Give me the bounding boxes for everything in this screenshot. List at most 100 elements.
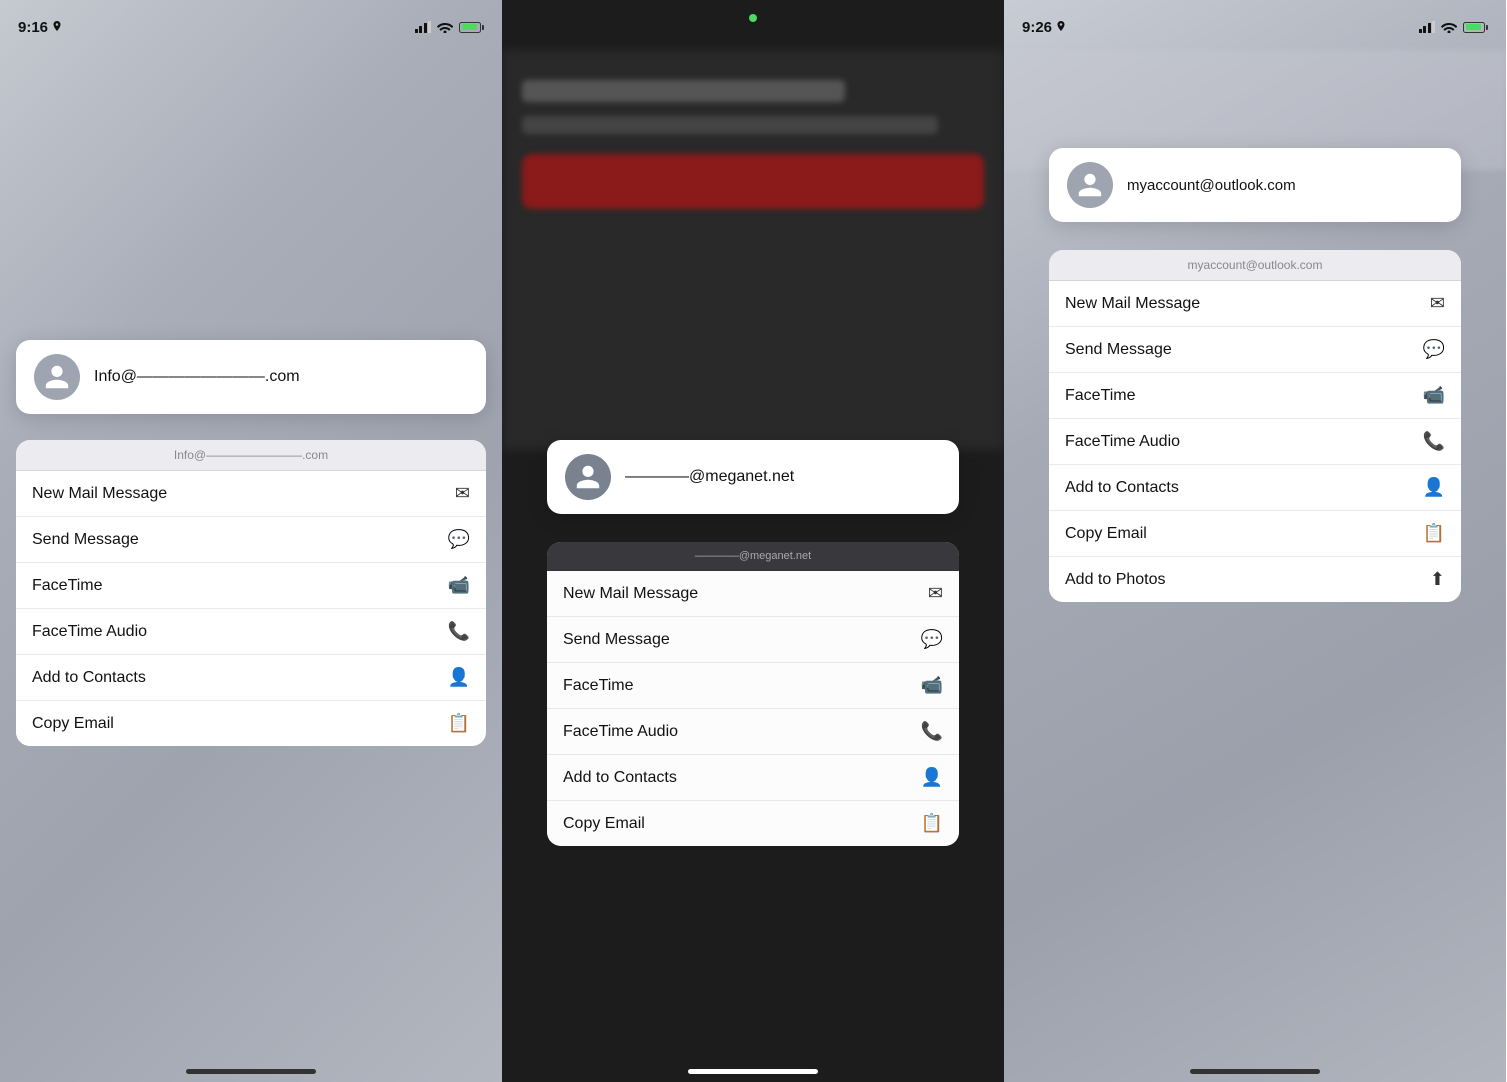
menu-item-copy-email-2[interactable]: Copy Email 📋 bbox=[547, 801, 959, 846]
signal-bar-4 bbox=[428, 21, 431, 33]
phone-panel-3: 9:26 myaccount@outlook bbox=[1004, 0, 1506, 1082]
blur-line-2-2 bbox=[522, 116, 938, 134]
menu-header-2: ————@meganet.net bbox=[547, 542, 959, 571]
signal-icon-1 bbox=[415, 21, 432, 33]
status-icons-1 bbox=[415, 21, 485, 33]
menu-label-facetime-audio-3: FaceTime Audio bbox=[1065, 433, 1180, 451]
menu-item-facetime-2[interactable]: FaceTime 📹 bbox=[547, 663, 959, 709]
facetime-icon-1: 📹 bbox=[448, 575, 470, 596]
battery-icon-3 bbox=[1463, 22, 1488, 33]
mail-icon-2: ✉ bbox=[928, 583, 943, 604]
status-icons-3 bbox=[1419, 21, 1489, 33]
blur-line-1-2 bbox=[522, 80, 845, 102]
home-indicator-2 bbox=[688, 1069, 818, 1074]
menu-label-facetime-2: FaceTime bbox=[563, 677, 634, 695]
menu-label-add-contacts-2: Add to Contacts bbox=[563, 769, 677, 787]
menu-item-send-msg-2[interactable]: Send Message 💬 bbox=[547, 617, 959, 663]
menu-item-facetime-audio-3[interactable]: FaceTime Audio 📞 bbox=[1049, 419, 1461, 465]
contacts-icon-1: 👤 bbox=[448, 667, 470, 688]
menu-label-facetime-audio-2: FaceTime Audio bbox=[563, 723, 678, 741]
email-address-1: Info@————————.com bbox=[94, 368, 300, 386]
menu-label-send-msg-3: Send Message bbox=[1065, 341, 1172, 359]
menu-label-copy-email-3: Copy Email bbox=[1065, 525, 1147, 543]
menu-item-send-msg-1[interactable]: Send Message 💬 bbox=[16, 517, 486, 563]
location-icon-3 bbox=[1056, 21, 1066, 33]
menu-label-copy-email-2: Copy Email bbox=[563, 815, 645, 833]
menu-label-copy-email-1: Copy Email bbox=[32, 715, 114, 733]
menu-item-facetime-3[interactable]: FaceTime 📹 bbox=[1049, 373, 1461, 419]
menu-label-send-msg-2: Send Message bbox=[563, 631, 670, 649]
menu-item-facetime-1[interactable]: FaceTime 📹 bbox=[16, 563, 486, 609]
facetime-icon-2: 📹 bbox=[921, 675, 943, 696]
home-indicator-1 bbox=[186, 1069, 316, 1074]
person-icon-1 bbox=[43, 363, 71, 391]
menu-label-add-contacts-3: Add to Contacts bbox=[1065, 479, 1179, 497]
menu-label-facetime-3: FaceTime bbox=[1065, 387, 1136, 405]
status-time-1: 9:16 bbox=[18, 19, 62, 36]
phone-icon-1: 📞 bbox=[448, 621, 470, 642]
menu-label-new-mail-1: New Mail Message bbox=[32, 485, 167, 503]
menu-label-facetime-1: FaceTime bbox=[32, 577, 103, 595]
red-bar-2 bbox=[522, 154, 984, 209]
menu-header-3: myaccount@outlook.com bbox=[1049, 250, 1461, 281]
signal-icon-3 bbox=[1419, 21, 1436, 33]
contacts-icon-3: 👤 bbox=[1423, 477, 1445, 498]
avatar-1 bbox=[34, 354, 80, 400]
menu-item-copy-email-3[interactable]: Copy Email 📋 bbox=[1049, 511, 1461, 557]
avatar-2 bbox=[565, 454, 611, 500]
person-icon-2 bbox=[574, 463, 602, 491]
menu-header-1: Info@————————.com bbox=[16, 440, 486, 471]
menu-item-add-contacts-2[interactable]: Add to Contacts 👤 bbox=[547, 755, 959, 801]
phone-panel-1: 9:16 Info@————————.com bbox=[0, 0, 502, 1082]
context-menu-1: Info@————————.com New Mail Message ✉ Sen… bbox=[16, 440, 486, 746]
contacts-icon-2: 👤 bbox=[921, 767, 943, 788]
menu-item-facetime-audio-1[interactable]: FaceTime Audio 📞 bbox=[16, 609, 486, 655]
context-menu-3: myaccount@outlook.com New Mail Message ✉… bbox=[1049, 250, 1461, 602]
signal-bar-2 bbox=[419, 26, 422, 33]
photos-icon-3: ⬆ bbox=[1430, 569, 1445, 590]
signal-bar-1 bbox=[415, 29, 418, 33]
menu-item-add-contacts-1[interactable]: Add to Contacts 👤 bbox=[16, 655, 486, 701]
message-icon-1: 💬 bbox=[448, 529, 470, 550]
copy-icon-3: 📋 bbox=[1423, 523, 1445, 544]
menu-label-new-mail-3: New Mail Message bbox=[1065, 295, 1200, 313]
email-card-1[interactable]: Info@————————.com bbox=[16, 340, 486, 414]
menu-item-add-contacts-3[interactable]: Add to Contacts 👤 bbox=[1049, 465, 1461, 511]
email-address-2: ————@meganet.net bbox=[625, 468, 794, 486]
signal-bar-3-3 bbox=[1428, 23, 1431, 33]
status-bar-1: 9:16 bbox=[0, 0, 502, 44]
menu-item-new-mail-3[interactable]: New Mail Message ✉ bbox=[1049, 281, 1461, 327]
signal-bar-4-3 bbox=[1432, 21, 1435, 33]
copy-icon-2: 📋 bbox=[921, 813, 943, 834]
signal-bar-1-3 bbox=[1419, 29, 1422, 33]
home-indicator-3 bbox=[1190, 1069, 1320, 1074]
time-label-3: 9:26 bbox=[1022, 19, 1052, 36]
email-address-3: myaccount@outlook.com bbox=[1127, 177, 1296, 194]
menu-item-facetime-audio-2[interactable]: FaceTime Audio 📞 bbox=[547, 709, 959, 755]
message-icon-2: 💬 bbox=[921, 629, 943, 650]
menu-label-facetime-audio-1: FaceTime Audio bbox=[32, 623, 147, 641]
camera-dot-2 bbox=[749, 14, 757, 22]
context-menu-2: ————@meganet.net New Mail Message ✉ Send… bbox=[547, 542, 959, 846]
wifi-icon-1 bbox=[437, 21, 453, 33]
menu-item-new-mail-2[interactable]: New Mail Message ✉ bbox=[547, 571, 959, 617]
menu-label-new-mail-2: New Mail Message bbox=[563, 585, 698, 603]
menu-label-send-msg-1: Send Message bbox=[32, 531, 139, 549]
menu-item-copy-email-1[interactable]: Copy Email 📋 bbox=[16, 701, 486, 746]
phone-icon-3: 📞 bbox=[1423, 431, 1445, 452]
phone-panel-2: ————@meganet.net ————@meganet.net New Ma… bbox=[502, 0, 1004, 1082]
location-icon-1 bbox=[52, 21, 62, 33]
menu-item-new-mail-1[interactable]: New Mail Message ✉ bbox=[16, 471, 486, 517]
menu-item-add-photos-3[interactable]: Add to Photos ⬆ bbox=[1049, 557, 1461, 602]
signal-bar-3 bbox=[424, 23, 427, 33]
blurred-text-2 bbox=[522, 80, 984, 209]
mail-icon-3: ✉ bbox=[1430, 293, 1445, 314]
email-card-3[interactable]: myaccount@outlook.com bbox=[1049, 148, 1461, 222]
avatar-3 bbox=[1067, 162, 1113, 208]
menu-label-add-photos-3: Add to Photos bbox=[1065, 571, 1166, 589]
copy-icon-1: 📋 bbox=[448, 713, 470, 734]
menu-item-send-msg-3[interactable]: Send Message 💬 bbox=[1049, 327, 1461, 373]
person-icon-3 bbox=[1076, 171, 1104, 199]
signal-bar-2-3 bbox=[1423, 26, 1426, 33]
email-card-2[interactable]: ————@meganet.net bbox=[547, 440, 959, 514]
